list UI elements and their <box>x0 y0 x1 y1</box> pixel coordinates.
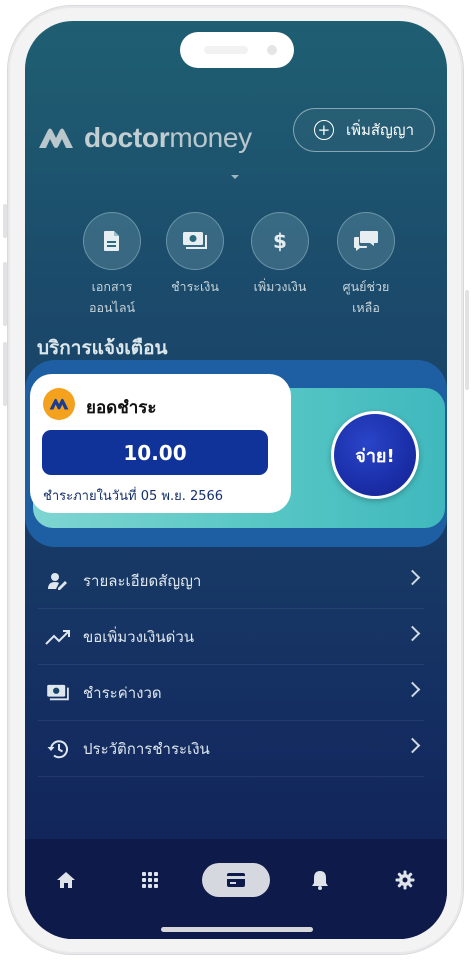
chevron-down-icon[interactable] <box>231 175 239 179</box>
quick-action-payment[interactable]: ชำระเงิน <box>160 212 230 297</box>
payment-card: ยอดชำระ 10.00 ชำระภายในวันที่ 05 พ.ย. 25… <box>30 374 291 513</box>
chevron-right-icon <box>404 625 421 642</box>
chevron-right-icon <box>404 569 421 586</box>
app-screen: doctormoney + เพิ่มสัญญา เอกสาร ออนไลน์ ช… <box>25 21 447 939</box>
history-icon <box>43 737 73 761</box>
add-contract-label: เพิ่มสัญญา <box>345 121 415 139</box>
due-date-text: ชำระภายในวันที่ 05 พ.ย. 2566 <box>43 489 224 504</box>
bell-icon <box>312 871 328 890</box>
logo-m-icon <box>39 128 73 148</box>
apps-grid-icon <box>142 872 158 888</box>
side-button <box>3 342 7 406</box>
card-icon <box>227 873 245 887</box>
pay-button[interactable]: จ่าย! <box>331 411 419 499</box>
card-title: ยอดชำระ <box>86 398 157 418</box>
trending-up-icon <box>43 625 73 649</box>
cash-icon <box>183 232 207 249</box>
bottom-tab-bar <box>25 839 447 939</box>
menu-list: รายละเอียดสัญญา ขอเพิ่มวงเงินด่วน ชำระค่… <box>38 553 424 777</box>
add-contract-button[interactable]: + เพิ่มสัญญา <box>293 108 435 152</box>
home-indicator <box>161 927 313 932</box>
amount-due: 10.00 <box>42 430 268 475</box>
plus-circle-icon: + <box>313 120 334 140</box>
tab-home[interactable] <box>46 863 86 897</box>
menu-item-contract-details[interactable]: รายละเอียดสัญญา <box>38 553 424 609</box>
dynamic-island <box>180 32 294 68</box>
tab-card[interactable] <box>202 863 270 897</box>
document-icon <box>104 231 119 251</box>
tab-apps[interactable] <box>130 863 170 897</box>
quick-action-increase-limit[interactable]: $ เพิ่มวงเงิน <box>245 212 315 297</box>
menu-item-installment[interactable]: ชำระค่างวด <box>38 665 424 721</box>
quick-action-help-center[interactable]: ศูนย์ช่วยเหลือ <box>331 212 401 318</box>
menu-item-urgent-limit[interactable]: ขอเพิ่มวงเงินด่วน <box>38 609 424 665</box>
dollar-icon: $ <box>273 229 287 253</box>
brand-badge-icon <box>43 388 75 420</box>
quick-action-documents[interactable]: เอกสาร ออนไลน์ <box>77 212 147 318</box>
side-button <box>465 290 469 390</box>
chevron-right-icon <box>404 681 421 698</box>
home-icon <box>57 872 75 888</box>
chat-icon <box>354 231 378 251</box>
payment-notice: ยอดชำระ 10.00 ชำระภายในวันที่ 05 พ.ย. 25… <box>25 360 447 547</box>
menu-item-payment-history[interactable]: ประวัติการชำระเงิน <box>38 721 424 777</box>
side-button <box>3 204 7 238</box>
user-edit-icon <box>43 569 73 593</box>
chevron-right-icon <box>404 737 421 754</box>
tab-settings[interactable] <box>385 863 425 897</box>
side-button <box>3 262 7 326</box>
cash-icon <box>43 681 73 705</box>
brand-logo: doctormoney <box>38 121 252 155</box>
tab-notifications[interactable] <box>300 863 340 897</box>
section-title: บริการแจ้งเตือน <box>37 337 168 359</box>
gear-icon <box>395 870 415 890</box>
